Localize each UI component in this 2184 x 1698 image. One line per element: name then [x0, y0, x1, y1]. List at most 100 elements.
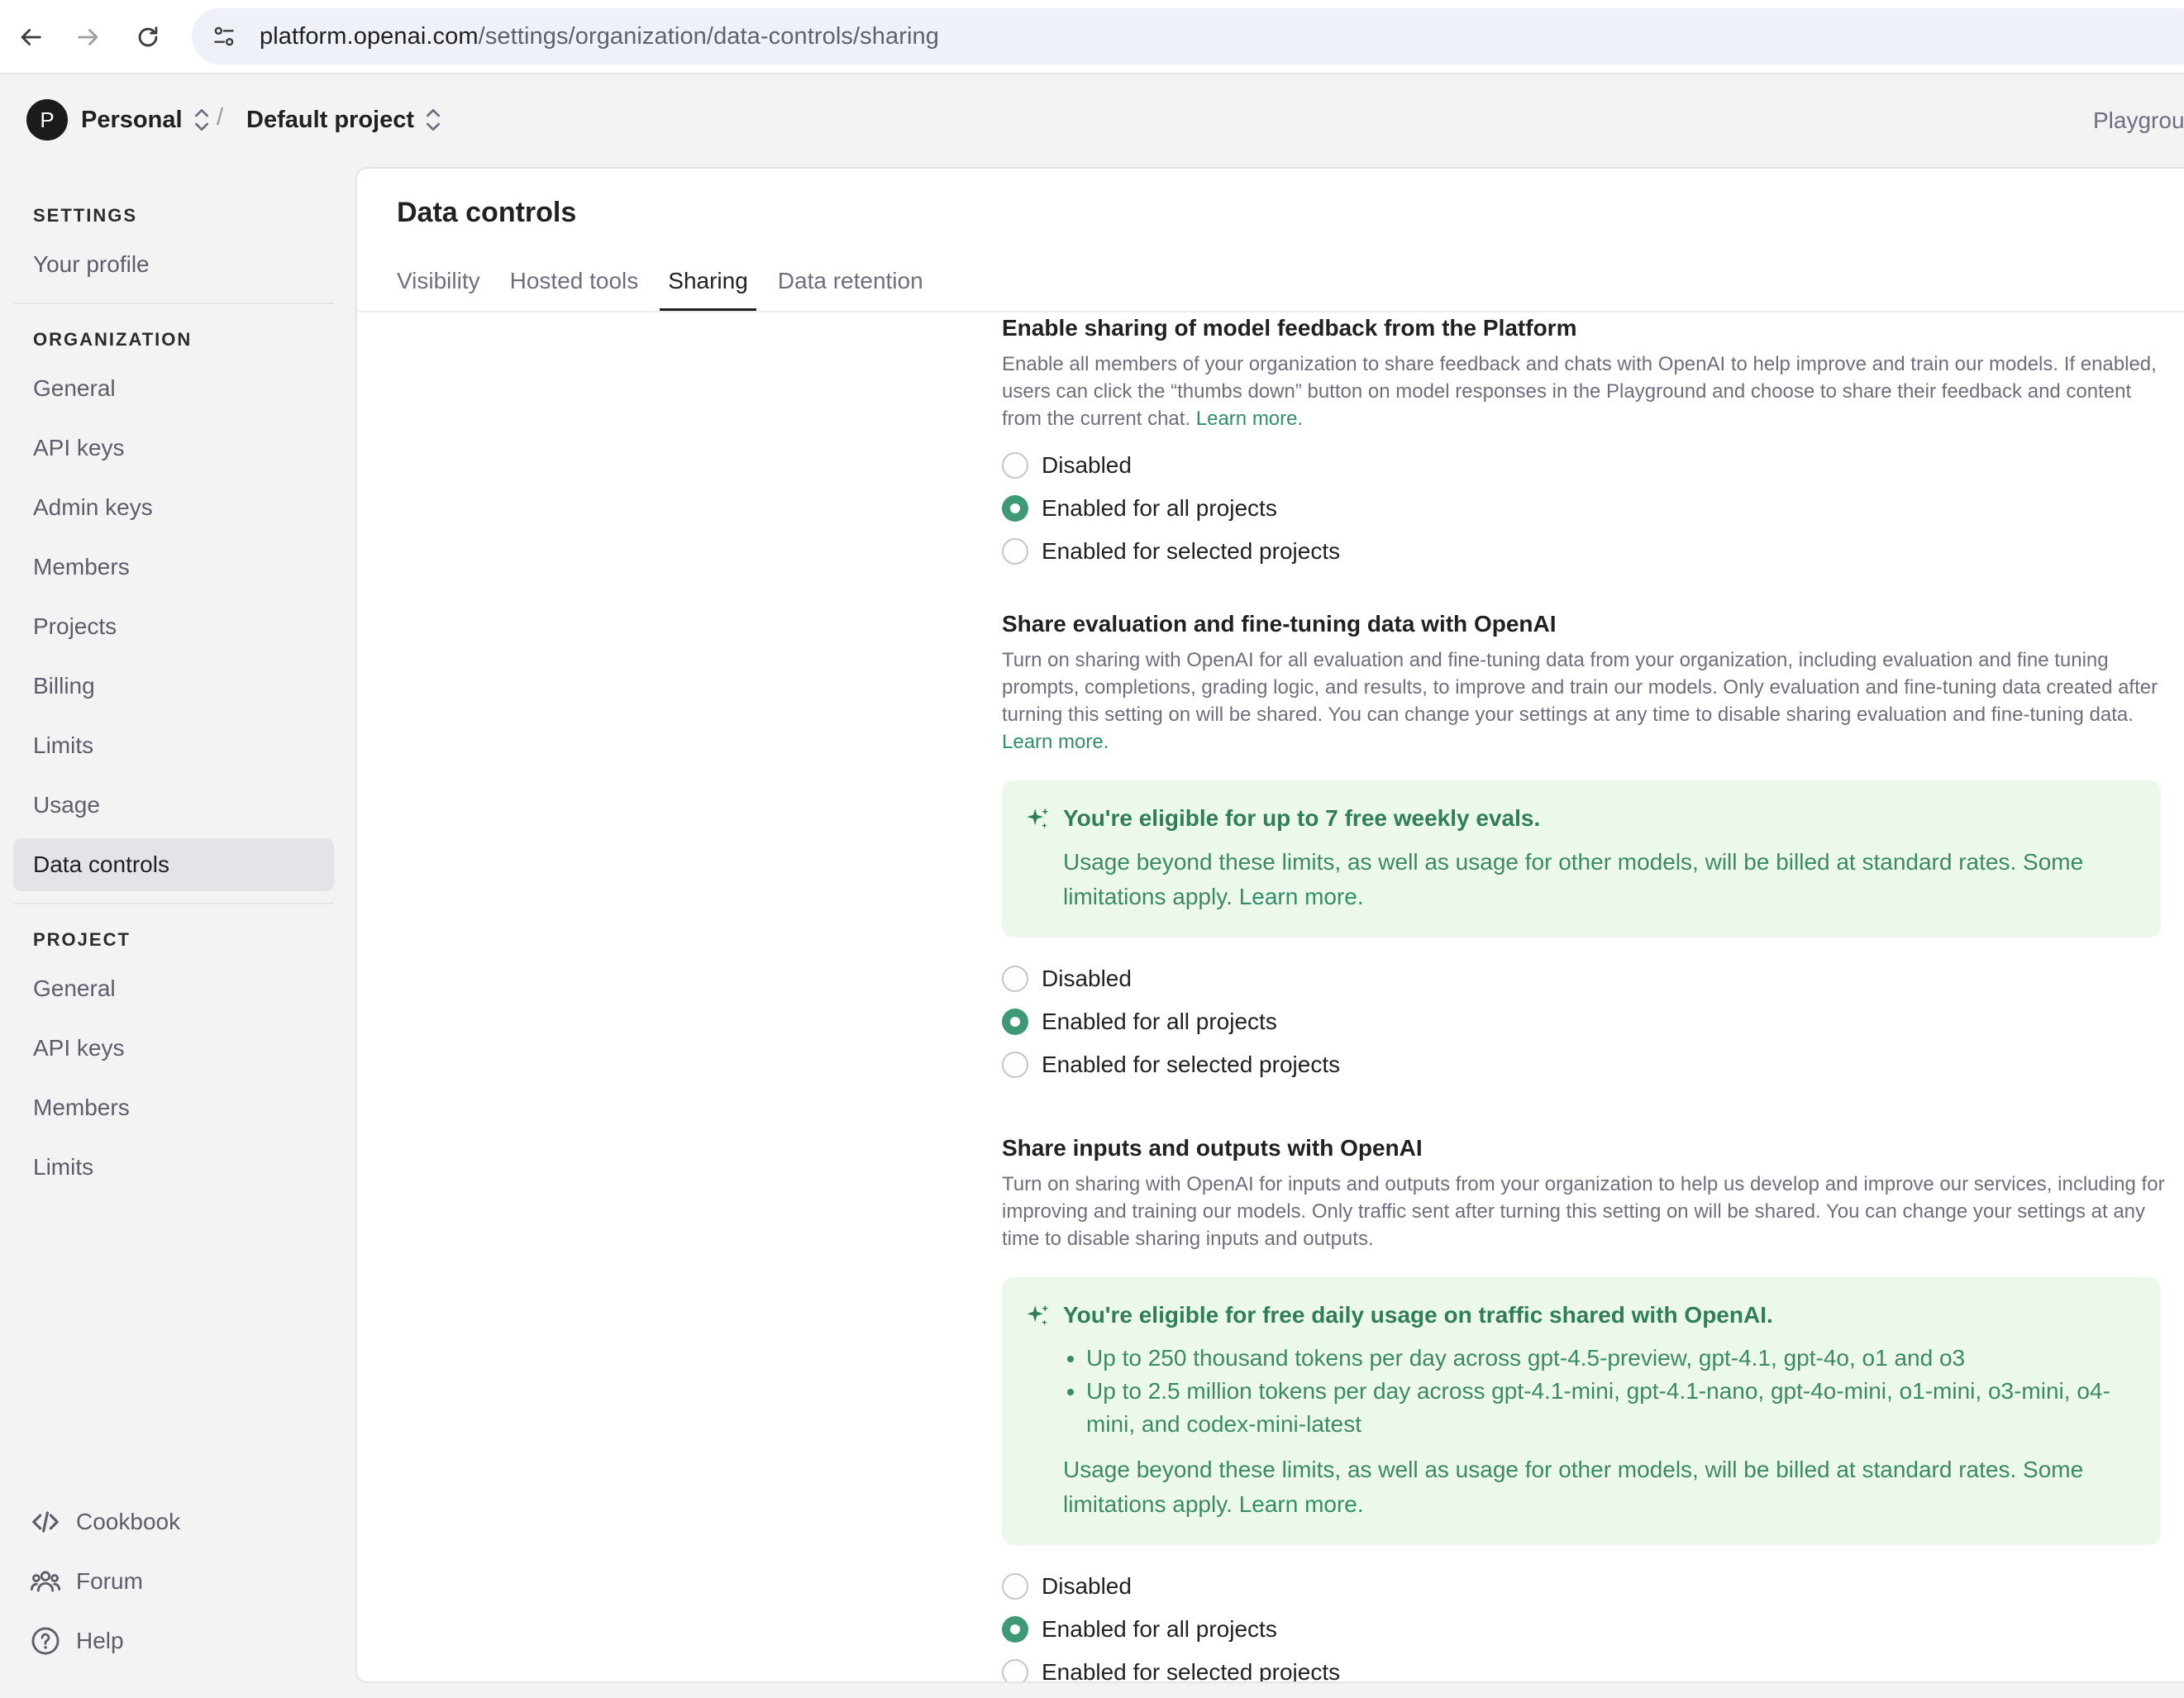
cookbook-label: Cookbook — [76, 1509, 181, 1534]
radio-option-all-projects[interactable]: Enabled for all projects — [1002, 1608, 2167, 1651]
learn-more-link[interactable]: Learn more. — [1196, 408, 1303, 430]
sidebar-item-project-members[interactable]: Members — [13, 1081, 334, 1134]
help-label: Help — [76, 1628, 124, 1653]
radio-option-disabled[interactable]: Disabled — [1002, 1565, 2167, 1608]
url-host: platform.openai.com — [260, 22, 479, 50]
sidebar-link-forum[interactable]: Forum — [30, 1561, 143, 1602]
section-eval-finetuning: Share evaluation and fine-tuning data wi… — [1002, 608, 2167, 1086]
learn-more-link[interactable]: Learn more. — [1239, 884, 1364, 909]
section-heading: Enable sharing of model feedback from th… — [1002, 315, 1577, 341]
radio-label: Enabled for all projects — [1042, 1009, 1277, 1034]
sidebar-item-org-members[interactable]: Members — [13, 541, 334, 594]
tune-icon — [214, 26, 234, 46]
radio-option-disabled[interactable]: Disabled — [1002, 957, 2167, 1000]
reload-icon — [138, 26, 158, 47]
org-avatar[interactable]: P — [26, 99, 68, 141]
org-name: Personal — [81, 106, 183, 133]
sparkle-icon — [1027, 808, 1049, 829]
sidebar-item-project-limits[interactable]: Limits — [13, 1141, 334, 1194]
sidebar-link-cookbook[interactable]: Cookbook — [30, 1501, 180, 1543]
sidebar-divider — [13, 903, 334, 904]
eligibility-callout: You're eligible for free daily usage on … — [1002, 1277, 2161, 1545]
radio-button-selected[interactable] — [1002, 495, 1028, 522]
section-heading: Share evaluation and fine-tuning data wi… — [1002, 611, 1557, 637]
radio-button[interactable] — [1002, 1052, 1028, 1078]
radio-button[interactable] — [1002, 452, 1028, 479]
eligibility-callout: You're eligible for up to 7 free weekly … — [1002, 780, 2161, 937]
radio-option-all-projects[interactable]: Enabled for all projects — [1002, 487, 2167, 530]
tab-hosted-tools[interactable]: Hosted tools — [502, 251, 647, 311]
sidebar-link-help[interactable]: Help — [30, 1620, 124, 1662]
radio-label: Enabled for all projects — [1042, 1616, 1277, 1642]
chevron-up-down-icon — [194, 109, 208, 131]
callout-body-text: Usage beyond these limits, as well as us… — [1063, 1457, 2084, 1517]
callout-body-text: Usage beyond these limits, as well as us… — [1063, 849, 2084, 909]
callout-body: Usage beyond these limits, as well as us… — [1063, 1452, 2136, 1522]
radio-label: Disabled — [1042, 1573, 1132, 1599]
data-controls-tabs: Visibility Hosted tools Sharing Data ret… — [389, 251, 945, 311]
section-inputs-outputs: Share inputs and outputs with OpenAI Tur… — [1002, 1133, 2167, 1683]
arrow-left-icon — [21, 29, 41, 45]
radio-label: Enabled for all projects — [1042, 495, 1277, 521]
callout-bullet: Up to 250 thousand tokens per day across… — [1086, 1342, 2136, 1375]
section-description-text: Enable all members of your organization … — [1002, 353, 2157, 430]
sidebar-item-org-limits[interactable]: Limits — [13, 719, 334, 772]
sidebar-item-data-controls[interactable]: Data controls — [13, 838, 334, 891]
radio-button[interactable] — [1002, 1573, 1028, 1600]
radio-button-selected[interactable] — [1002, 1616, 1028, 1643]
sidebar-item-usage[interactable]: Usage — [13, 779, 334, 832]
radio-option-disabled[interactable]: Disabled — [1002, 444, 2167, 487]
callout-bullet-list: Up to 250 thousand tokens per day across… — [1063, 1342, 2136, 1441]
help-circle-icon — [31, 1627, 60, 1655]
radio-button[interactable] — [1002, 1659, 1028, 1681]
radio-group: Disabled Enabled for all projects Enable… — [1002, 444, 2167, 573]
callout-bullet: Up to 2.5 million tokens per day across … — [1086, 1375, 2136, 1441]
sidebar-item-org-api-keys[interactable]: API keys — [13, 422, 334, 475]
arrow-right-icon — [78, 29, 98, 45]
breadcrumb-separator: / — [217, 104, 224, 131]
sidebar-item-billing[interactable]: Billing — [13, 660, 334, 713]
back-button[interactable] — [12, 18, 50, 56]
tab-data-retention[interactable]: Data retention — [770, 251, 932, 311]
nav-playground-link[interactable]: Playgrou — [2093, 107, 2184, 134]
radio-option-selected-projects[interactable]: Enabled for selected projects — [1002, 530, 2167, 573]
radio-group: Disabled Enabled for all projects Enable… — [1002, 1565, 2167, 1683]
radio-label: Enabled for selected projects — [1042, 1052, 1341, 1077]
radio-label: Enabled for selected projects — [1042, 538, 1341, 564]
radio-label: Enabled for selected projects — [1042, 1659, 1341, 1683]
url-path: /settings/organization/data-controls/sha… — [478, 22, 939, 50]
tab-sharing[interactable]: Sharing — [660, 251, 756, 311]
radio-option-selected-projects[interactable]: Enabled for selected projects — [1002, 1651, 2167, 1683]
sidebar-divider — [13, 303, 334, 304]
reload-button[interactable] — [129, 18, 167, 56]
project-switcher[interactable]: Default project — [246, 101, 442, 139]
radio-button-selected[interactable] — [1002, 1009, 1028, 1035]
sidebar-item-project-api-keys[interactable]: API keys — [13, 1022, 334, 1075]
address-bar[interactable]: platform.openai.com/settings/organizatio… — [192, 8, 2184, 64]
sidebar-section-project: PROJECT — [33, 929, 131, 950]
sparkle-icon — [1027, 1305, 1049, 1326]
sidebar-item-projects[interactable]: Projects — [13, 600, 334, 653]
radio-option-selected-projects[interactable]: Enabled for selected projects — [1002, 1043, 2167, 1086]
learn-more-link[interactable]: Learn more. — [1239, 1491, 1364, 1517]
url-text[interactable]: platform.openai.com/settings/organizatio… — [260, 23, 939, 50]
project-name: Default project — [246, 106, 415, 133]
tab-visibility[interactable]: Visibility — [389, 251, 489, 311]
sidebar-item-your-profile[interactable]: Your profile — [13, 238, 334, 291]
site-info-button[interactable] — [203, 16, 245, 57]
section-model-feedback: Enable sharing of model feedback from th… — [1002, 312, 2167, 573]
sidebar-item-project-general[interactable]: General — [13, 962, 334, 1015]
radio-option-all-projects[interactable]: Enabled for all projects — [1002, 1000, 2167, 1043]
learn-more-link[interactable]: Learn more. — [1002, 731, 1109, 753]
sidebar-item-admin-keys[interactable]: Admin keys — [13, 481, 334, 534]
settings-sidebar: SETTINGS Your profile ORGANIZATION Gener… — [0, 167, 355, 1698]
forward-button[interactable] — [69, 18, 107, 56]
org-switcher[interactable]: Personal — [81, 101, 211, 139]
forum-label: Forum — [76, 1568, 143, 1594]
sidebar-section-settings: SETTINGS — [33, 205, 138, 226]
section-description-text: Turn on sharing with OpenAI for all eval… — [1002, 649, 2158, 726]
radio-button[interactable] — [1002, 966, 1028, 992]
section-description: Turn on sharing with OpenAI for inputs a… — [1002, 1173, 2165, 1250]
sidebar-item-org-general[interactable]: General — [13, 362, 334, 415]
radio-button[interactable] — [1002, 538, 1028, 565]
